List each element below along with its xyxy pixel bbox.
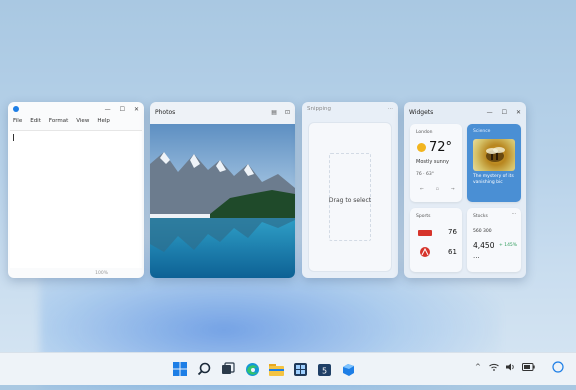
task-view-icon[interactable] [219, 360, 237, 378]
photos-title: Photos [155, 108, 176, 116]
sports-label: Sports [416, 214, 431, 219]
zoom-status: 100% [95, 271, 108, 276]
notepad-menubar: File Edit Format View Help [8, 116, 144, 126]
stock-change: + 145% [499, 243, 518, 248]
bee-icon [486, 147, 505, 162]
store-icon[interactable]: 5 [315, 360, 333, 378]
photos-window[interactable]: Photos ▤ ⊡ [150, 102, 295, 278]
menu-file[interactable]: File [13, 118, 22, 124]
widgets-window[interactable]: Widgets — ☐ ✕ London 72° Mostly sunny 76… [404, 102, 526, 278]
file-explorer-icon[interactable] [267, 360, 285, 378]
arrow-left-icon[interactable]: ← [420, 187, 424, 192]
team2-score: 61 [448, 248, 457, 256]
search-icon[interactable] [195, 360, 213, 378]
snip-prompt: Drag to select [328, 197, 372, 204]
menu-format[interactable]: Format [49, 118, 68, 124]
text-caret [13, 134, 14, 141]
weather-condition: Mostly sunny [416, 159, 449, 165]
notepad-titlebar[interactable]: — ☐ ✕ [8, 102, 144, 116]
news-card[interactable]: Science The mystery of its vanishing bic [467, 124, 521, 202]
photos-titlebar[interactable]: Photos ▤ ⊡ [150, 102, 295, 122]
news-image [473, 139, 515, 171]
close-icon[interactable]: ✕ [516, 109, 521, 116]
more-icon[interactable]: ··· [388, 106, 393, 112]
chevron-up-icon[interactable]: ^ [475, 363, 481, 371]
minimize-icon[interactable]: — [105, 106, 111, 113]
stock-more-dots: ··· [473, 254, 480, 262]
weather-temp: 72° [429, 140, 453, 155]
edit-icon[interactable]: ⊡ [285, 109, 290, 116]
svg-text:5: 5 [321, 367, 326, 376]
notepad-window[interactable]: — ☐ ✕ File Edit Format View Help 100% [8, 102, 144, 278]
start-icon[interactable] [171, 360, 189, 378]
menu-help[interactable]: Help [97, 118, 110, 124]
news-headline[interactable]: The mystery of its vanishing bic [473, 174, 517, 186]
team1-score: 76 [448, 228, 457, 236]
taskbar: 5 ^ [0, 352, 576, 385]
stocks-more[interactable]: ··· [512, 212, 516, 217]
widgets-title: Widgets [409, 108, 434, 116]
sports-card[interactable]: Sports 76 61 [410, 208, 462, 272]
wifi-icon[interactable] [489, 363, 499, 373]
battery-icon[interactable] [522, 363, 535, 373]
weather-range: 76 · 63° [416, 172, 434, 177]
maximize-icon[interactable]: ☐ [502, 109, 507, 116]
close-icon[interactable]: ✕ [134, 106, 139, 113]
snipping-title: Snipping [307, 106, 331, 112]
team2-logo [420, 247, 430, 257]
stock-value-2: 4,450 [473, 241, 495, 250]
menu-edit[interactable]: Edit [30, 118, 41, 124]
stocks-card[interactable]: Stocks ··· 560 300 4,450 + 145% ··· [467, 208, 521, 272]
team1-logo [418, 230, 432, 236]
notepad-text-area[interactable] [10, 130, 142, 268]
arrow-right-icon[interactable]: → [451, 187, 455, 192]
edge-icon[interactable] [243, 360, 261, 378]
weather-location: London [416, 130, 433, 135]
snip-area[interactable]: Drag to select [308, 122, 392, 272]
volume-icon[interactable] [506, 363, 516, 373]
notepad-icon [13, 106, 19, 112]
view-icon[interactable]: ▤ [271, 109, 277, 116]
notification-icon[interactable] [552, 361, 564, 375]
windows-app-icon[interactable] [339, 360, 357, 378]
stocks-label: Stocks [473, 214, 488, 219]
minimize-icon[interactable]: — [487, 109, 493, 116]
menu-view[interactable]: View [76, 118, 89, 124]
news-source: Science [473, 129, 491, 134]
maximize-icon[interactable]: ☐ [120, 106, 125, 113]
stock-value-1: 560 300 [473, 229, 492, 234]
lake-mountain-photo[interactable] [150, 124, 295, 278]
snipping-titlebar[interactable]: Snipping ··· [302, 102, 398, 116]
weather-nav: ← ▫ → [420, 187, 455, 192]
widgets-titlebar[interactable]: Widgets — ☐ ✕ [404, 102, 526, 122]
sun-icon [417, 143, 426, 152]
weather-card[interactable]: London 72° Mostly sunny 76 · 63° ← ▫ → [410, 124, 462, 202]
dots-icon: ▫ [435, 187, 439, 192]
snipping-window[interactable]: Snipping ··· Drag to select [302, 102, 398, 278]
widgets-app-icon[interactable] [291, 360, 309, 378]
